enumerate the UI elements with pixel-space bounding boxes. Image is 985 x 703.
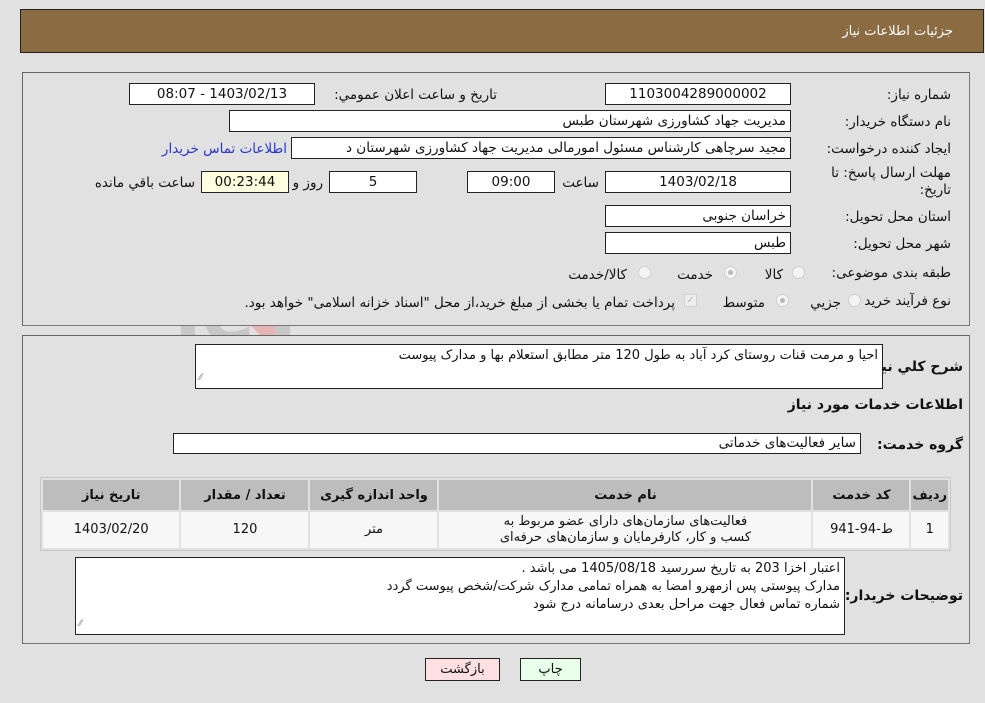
- summary-textarea[interactable]: احیا و مرمت قنات روستای کرد آباد به طول …: [195, 344, 883, 389]
- category-radio-goods[interactable]: [792, 266, 805, 279]
- city-label: شهر محل تحویل:: [853, 236, 951, 252]
- deadline-time-field: 09:00: [467, 171, 555, 193]
- resize-grip-icon[interactable]: ⁄⁄: [199, 369, 202, 387]
- process-option-medium: متوسط: [722, 295, 765, 311]
- process-label: نوع فرآیند خرید :: [855, 293, 951, 309]
- buyer-note-line: اعتبار اخزا 203 به تاریخ سررسید 1405/08/…: [521, 561, 840, 576]
- creator-field: مجید سرچاهی کارشناس مسئول امورمالی مدیری…: [291, 137, 791, 159]
- page-title: جزئیات اطلاعات نیاز: [842, 24, 953, 39]
- process-radio-minor[interactable]: [848, 294, 861, 307]
- table-row: 1 ط-94-941 فعالیت‌های سازمان‌های دارای ع…: [43, 512, 948, 548]
- table-header-row: ردیف کد خدمت نام خدمت واحد اندازه گیری ت…: [43, 480, 948, 510]
- services-title: اطلاعات خدمات مورد نیاز: [787, 397, 963, 413]
- col-service-name: نام خدمت: [439, 480, 812, 510]
- need-info-panel: شماره نیاز: 1103004289000002 تاریخ و ساع…: [22, 72, 970, 326]
- remaining-days-field: 5: [329, 171, 417, 193]
- province-field: خراسان جنوبی: [605, 205, 791, 227]
- print-button[interactable]: چاپ: [520, 658, 581, 681]
- need-number-label: شماره نیاز:: [886, 87, 951, 103]
- remaining-label: ساعت باقي مانده: [94, 175, 195, 191]
- city-field: طبس: [605, 232, 791, 254]
- category-radio-service[interactable]: [724, 266, 737, 279]
- category-radio-goods-service[interactable]: [638, 266, 651, 279]
- category-option-goods-service: کالا/خدمت: [568, 267, 627, 283]
- col-quantity: تعداد / مقدار: [181, 480, 309, 510]
- category-label: طبقه بندی موضوعی:: [831, 265, 951, 281]
- category-option-service: خدمت: [677, 267, 713, 283]
- buyer-note-line: مدارک پیوستی پس ازمهرو امضا به همراه تما…: [386, 579, 840, 594]
- days-label: روز و: [292, 175, 323, 191]
- col-unit: واحد اندازه گیری: [310, 480, 438, 510]
- buyer-contact-link[interactable]: اطلاعات تماس خریدار: [162, 141, 287, 157]
- province-label: استان محل تحویل:: [845, 209, 951, 225]
- buyer-org-label: نام دستگاه خریدار:: [844, 114, 951, 130]
- cell-unit: متر: [310, 512, 438, 548]
- cell-service-name: فعالیت‌های سازمان‌های دارای عضو مربوط به…: [439, 512, 812, 548]
- announce-field: 1403/02/13 - 08:07: [129, 83, 315, 105]
- deadline-time-label: ساعت: [562, 175, 599, 191]
- buyer-note-line: شماره تماس فعال جهت مراحل بعدی درسامانه …: [533, 597, 840, 612]
- service-group-field: سایر فعالیت‌های خدماتی: [173, 433, 861, 454]
- back-button[interactable]: بازگشت: [425, 658, 500, 681]
- treasury-checkbox[interactable]: ✓: [684, 294, 697, 307]
- cell-need-date: 1403/02/20: [43, 512, 180, 548]
- summary-text: احیا و مرمت قنات روستای کرد آباد به طول …: [398, 348, 878, 363]
- resize-grip-icon[interactable]: ⁄⁄: [79, 615, 82, 633]
- col-row-number: ردیف: [911, 480, 948, 510]
- service-group-label: گروه خدمت:: [877, 437, 963, 453]
- cell-row-number: 1: [911, 512, 948, 548]
- deadline-label: مهلت ارسال پاسخ: تا تاریخ:: [831, 165, 951, 198]
- services-table: ردیف کد خدمت نام خدمت واحد اندازه گیری ت…: [40, 477, 951, 551]
- service-details-panel: شرح کلي نیاز: احیا و مرمت قنات روستای کر…: [22, 335, 970, 644]
- category-option-goods: کالا: [764, 267, 783, 283]
- deadline-date-field: 1403/02/18: [605, 171, 791, 193]
- treasury-note: پرداخت تمام یا بخشی از مبلغ خرید،از محل …: [244, 295, 675, 311]
- cell-quantity: 120: [181, 512, 309, 548]
- buyer-notes-label: توضیحات خریدار:: [844, 588, 963, 604]
- process-radio-medium[interactable]: [776, 294, 789, 307]
- buyer-notes-textarea[interactable]: اعتبار اخزا 203 به تاریخ سررسید 1405/08/…: [75, 557, 845, 635]
- creator-label: ایجاد کننده درخواست:: [826, 141, 951, 157]
- buyer-org-field: مدیریت جهاد کشاورزی شهرستان طبس: [229, 110, 791, 132]
- announce-label: تاریخ و ساعت اعلان عمومي:: [334, 87, 497, 103]
- col-service-code: کد خدمت: [813, 480, 910, 510]
- cell-service-code: ط-94-941: [813, 512, 910, 548]
- remaining-time-field: 00:23:44: [201, 171, 289, 193]
- page-header: جزئیات اطلاعات نیاز: [20, 9, 984, 53]
- need-number-field: 1103004289000002: [605, 83, 791, 105]
- col-need-date: تاریخ نیاز: [43, 480, 180, 510]
- process-option-minor: جزیي: [810, 295, 841, 311]
